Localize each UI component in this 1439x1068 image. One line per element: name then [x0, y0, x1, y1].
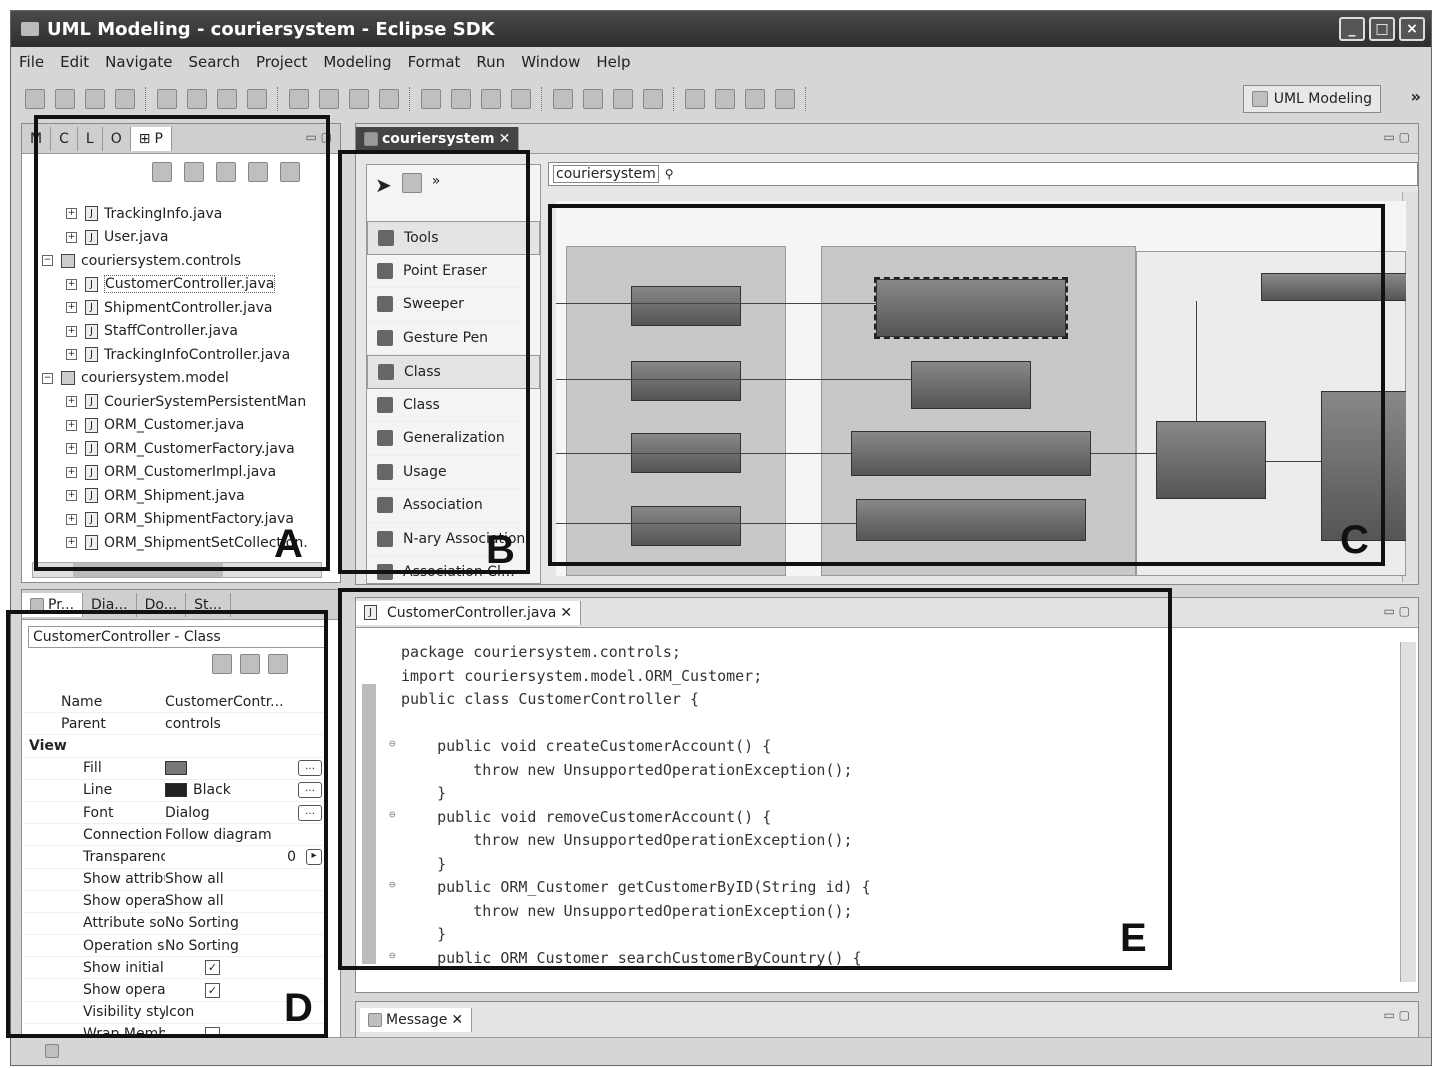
minimize-button[interactable]: _: [1339, 17, 1365, 41]
toolbar-button-icon[interactable]: [247, 89, 267, 109]
fast-view-icon[interactable]: [45, 1044, 59, 1058]
toolbar-button-icon[interactable]: [187, 89, 207, 109]
callout-box-a: [34, 115, 330, 571]
toolbar-separator: [541, 87, 543, 111]
menu-item-navigate[interactable]: Navigate: [105, 53, 172, 71]
toolbar-separator: [673, 87, 675, 111]
callout-box-d: [6, 610, 328, 1038]
toolbar-separator: [277, 87, 279, 111]
tab-couriersystem[interactable]: couriersystem ✕: [356, 126, 520, 151]
callout-label-a: A: [274, 522, 303, 566]
toolbar-button-icon[interactable]: [319, 89, 339, 109]
editor-minmax-icon[interactable]: ▭ ▢: [1384, 130, 1411, 144]
toolbar-button-icon[interactable]: [553, 89, 573, 109]
toolbar-button-icon[interactable]: [775, 89, 795, 109]
menu-item-run[interactable]: Run: [476, 53, 505, 71]
toolbar-button-icon[interactable]: [85, 89, 105, 109]
menu-item-edit[interactable]: Edit: [60, 53, 89, 71]
eclipse-icon: [21, 22, 39, 36]
message-icon: [368, 1013, 382, 1027]
callout-label-e: E: [1120, 916, 1147, 960]
toolbar-button-icon[interactable]: [115, 89, 135, 109]
callout-label-c: C: [1340, 518, 1369, 562]
message-minmax-icon[interactable]: ▭ ▢: [1384, 1008, 1411, 1022]
callout-box-b: [338, 150, 530, 574]
toolbar-button-icon[interactable]: [583, 89, 603, 109]
editor-tab-label: couriersystem: [382, 130, 495, 147]
message-tab-label: Message: [386, 1012, 448, 1028]
callout-box-c: [548, 204, 1385, 566]
menu-bar: File Edit Navigate Search Project Modeling For…: [11, 49, 1431, 75]
toolbar-button-icon[interactable]: [745, 89, 765, 109]
diagram-breadcrumb[interactable]: couriersystem ⚲: [548, 162, 1418, 186]
close-button[interactable]: ×: [1399, 17, 1425, 41]
close-tab-icon[interactable]: ✕: [499, 131, 511, 147]
menu-item-format[interactable]: Format: [408, 53, 461, 71]
menu-item-help[interactable]: Help: [596, 53, 630, 71]
callout-label-d: D: [284, 986, 313, 1030]
close-tab-icon[interactable]: ✕: [451, 1012, 463, 1028]
toolbar-button-icon[interactable]: [715, 89, 735, 109]
toolbar-button-icon[interactable]: [613, 89, 633, 109]
code-vscroll[interactable]: [1400, 642, 1416, 982]
message-panel: Message ✕ ▭ ▢: [355, 1001, 1419, 1041]
toolbar-separator: [409, 87, 411, 111]
toolbar-button-icon[interactable]: [511, 89, 531, 109]
breadcrumb-label: couriersystem: [553, 165, 659, 183]
search-icon[interactable]: ⚲: [665, 167, 674, 181]
menu-item-window[interactable]: Window: [521, 53, 580, 71]
perspective-switcher[interactable]: UML Modeling: [1242, 85, 1381, 113]
toolbar-button-icon[interactable]: [217, 89, 237, 109]
tab-message[interactable]: Message ✕: [360, 1008, 473, 1032]
callout-box-e: [338, 588, 1172, 970]
menu-item-file[interactable]: File: [19, 53, 44, 71]
window-title: UML Modeling - couriersystem - Eclipse S…: [47, 18, 495, 40]
title-bar: UML Modeling - couriersystem - Eclipse S…: [11, 11, 1431, 47]
menu-item-search[interactable]: Search: [188, 53, 240, 71]
toolbar-button-icon[interactable]: [643, 89, 663, 109]
menu-item-project[interactable]: Project: [256, 53, 307, 71]
status-bar: [11, 1037, 1431, 1065]
toolbar-overflow[interactable]: »: [1411, 87, 1421, 106]
toolbar-separator: [805, 87, 807, 111]
perspective-icon: [1251, 91, 1268, 107]
toolbar-button-icon[interactable]: [157, 89, 177, 109]
perspective-label: UML Modeling: [1273, 91, 1372, 107]
toolbar-button-icon[interactable]: [379, 89, 399, 109]
maximize-button[interactable]: □: [1369, 17, 1395, 41]
menu-item-modeling[interactable]: Modeling: [323, 53, 391, 71]
code-minmax-icon[interactable]: ▭ ▢: [1384, 604, 1411, 618]
toolbar-button-icon[interactable]: [55, 89, 75, 109]
toolbar-button-icon[interactable]: [451, 89, 471, 109]
toolbar-button-icon[interactable]: [421, 89, 441, 109]
toolbar-separator: [145, 87, 147, 111]
toolbar-button-icon[interactable]: [685, 89, 705, 109]
toolbar-button-icon[interactable]: [349, 89, 369, 109]
callout-label-b: B: [486, 528, 515, 572]
toolbar-button-icon[interactable]: [289, 89, 309, 109]
diagram-icon: [364, 131, 378, 146]
toolbar-button-icon[interactable]: [25, 89, 45, 109]
toolbar-button-icon[interactable]: [481, 89, 501, 109]
